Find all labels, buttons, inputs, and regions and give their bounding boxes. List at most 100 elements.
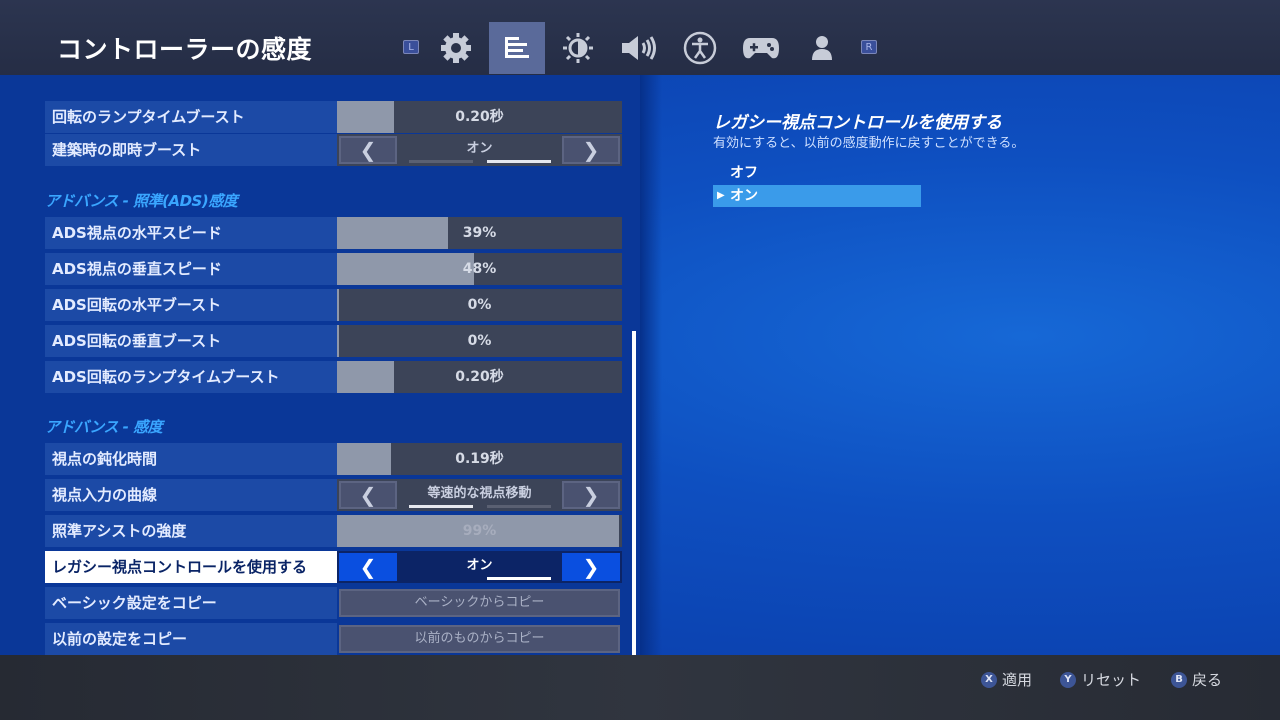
option-indicator-active [487, 160, 551, 163]
option-selector[interactable]: ❮ 等速的な視点移動 ❯ [337, 479, 622, 511]
setting-turn-ramp-boost[interactable]: 回転のランプタイムブースト 0.20秒 [45, 101, 622, 133]
tab-controller-sensitivity[interactable] [489, 22, 545, 74]
y-button-icon: Y [1060, 671, 1076, 688]
arrow-right-button[interactable]: ❯ [562, 136, 620, 164]
setting-label: 建築時の即時ブースト [45, 134, 337, 166]
tab-audio[interactable] [611, 22, 667, 74]
slider-value: 0.20秒 [455, 369, 504, 385]
slider[interactable]: 48% [337, 253, 622, 285]
slider[interactable]: 0.20秒 [337, 361, 622, 393]
chevron-left-icon: ❮ [359, 138, 377, 162]
arrow-right-button[interactable]: ❯ [562, 481, 620, 509]
setting-ads-turn-horizontal-boost[interactable]: ADS回転の水平ブースト 0% [45, 289, 622, 321]
person-icon [812, 36, 832, 60]
scrollbar[interactable] [632, 331, 636, 655]
setting-legacy-look-controls[interactable]: レガシー視点コントロールを使用する ❮ オン ❯ [45, 551, 622, 583]
arrow-right-button[interactable]: ❯ [562, 553, 620, 581]
slider-value: 48% [462, 261, 497, 277]
settings-panel: 回転のランプタイムブースト 0.20秒 建築時の即時ブースト ❮ オン ❯ アド… [0, 75, 1280, 655]
setting-ads-turn-ramp-boost[interactable]: ADS回転のランプタイムブースト 0.20秒 [45, 361, 622, 393]
slider[interactable]: 0% [337, 289, 622, 321]
page-title: コントローラーの感度 [57, 35, 313, 64]
top-bar: コントローラーの感度 L R [0, 0, 1280, 75]
detail-title: レガシー視点コントロールを使用する [713, 113, 1002, 133]
slider-value: 0% [467, 333, 492, 349]
setting-label: ADS回転の水平ブースト [45, 289, 337, 321]
copy-from-previous-button[interactable]: 以前のものからコピー [339, 625, 620, 653]
detail-option-off[interactable]: オフ [713, 162, 921, 184]
setting-label: ADS回転のランプタイムブースト [45, 361, 337, 393]
chevron-right-icon: ❯ [582, 483, 600, 507]
copy-from-basic-button[interactable]: ベーシックからコピー [339, 589, 620, 617]
slider[interactable]: 99% [337, 515, 622, 547]
setting-label: ADS視点の垂直スピード [45, 253, 337, 285]
setting-label: ADS回転の垂直ブースト [45, 325, 337, 357]
setting-ads-turn-vertical-boost[interactable]: ADS回転の垂直ブースト 0% [45, 325, 622, 357]
option-label: オン [730, 188, 758, 204]
chevron-right-icon: ❯ [582, 138, 600, 162]
settings-list: 回転のランプタイムブースト 0.20秒 建築時の即時ブースト ❮ オン ❯ アド… [0, 75, 640, 655]
reset-label: リセット [1081, 671, 1142, 689]
option-selector[interactable]: ❮ オン ❯ [337, 134, 622, 166]
chevron-right-icon: ❯ [582, 555, 600, 579]
arrow-left-button[interactable]: ❮ [339, 481, 397, 509]
selected-caret-icon: ▶ [717, 190, 725, 201]
setting-ads-vertical-speed[interactable]: ADS視点の垂直スピード 48% [45, 253, 622, 285]
slider-value: 39% [462, 225, 497, 241]
back-hint[interactable]: B 戻る [1171, 669, 1222, 690]
setting-label: 視点の鈍化時間 [45, 443, 337, 475]
tab-game-settings[interactable] [428, 22, 484, 74]
controller-settings-list-icon [505, 37, 529, 58]
speaker-icon [622, 36, 656, 60]
detail-description: 有効にすると、以前の感度動作に戻すことができる。 [713, 136, 1025, 151]
setting-label: レガシー視点コントロールを使用する [45, 551, 337, 583]
setting-label: 以前の設定をコピー [45, 623, 337, 655]
setting-copy-previous[interactable]: 以前の設定をコピー 以前のものからコピー [45, 623, 622, 655]
option-label: オフ [730, 165, 758, 181]
copy-previous-control: 以前のものからコピー [337, 623, 622, 655]
tab-controller[interactable] [733, 22, 789, 74]
tab-account[interactable] [794, 22, 850, 74]
accessibility-icon [683, 31, 717, 65]
setting-label: 回転のランプタイムブースト [45, 101, 337, 133]
gamepad-icon [743, 38, 779, 59]
right-bumper-hint[interactable]: R [861, 40, 877, 54]
slider[interactable]: 0.19秒 [337, 443, 622, 475]
setting-look-damping[interactable]: 視点の鈍化時間 0.19秒 [45, 443, 622, 475]
chevron-left-icon: ❮ [359, 555, 377, 579]
setting-look-curve[interactable]: 視点入力の曲線 ❮ 等速的な視点移動 ❯ [45, 479, 622, 511]
footer-bar: X 適用 Y リセット B 戻る [0, 655, 1280, 720]
detail-option-on[interactable]: ▶ オン [713, 185, 921, 207]
slider[interactable]: 39% [337, 217, 622, 249]
chevron-left-icon: ❮ [359, 483, 377, 507]
slider[interactable]: 0.20秒 [337, 101, 622, 133]
divider-shadow [640, 75, 662, 655]
gear-icon [441, 33, 471, 63]
setting-build-instant-boost[interactable]: 建築時の即時ブースト ❮ オン ❯ [45, 134, 622, 166]
option-indicator [409, 577, 473, 580]
setting-label: ベーシック設定をコピー [45, 587, 337, 619]
arrow-left-button[interactable]: ❮ [339, 553, 397, 581]
setting-label: ADS視点の水平スピード [45, 217, 337, 249]
section-header-ads: アドバンス - 照準(ADS)感度 [45, 192, 238, 210]
apply-hint[interactable]: X 適用 [981, 669, 1032, 690]
option-indicator-active [409, 505, 473, 508]
back-label: 戻る [1192, 671, 1223, 689]
b-button-icon: B [1171, 671, 1187, 688]
tab-accessibility[interactable] [672, 22, 728, 74]
setting-copy-basic[interactable]: ベーシック設定をコピー ベーシックからコピー [45, 587, 622, 619]
arrow-left-button[interactable]: ❮ [339, 136, 397, 164]
option-indicator [409, 160, 473, 163]
tab-brightness[interactable] [550, 22, 606, 74]
setting-aim-assist-strength[interactable]: 照準アシストの強度 99% [45, 515, 622, 547]
selector-value: オン [466, 141, 493, 156]
slider[interactable]: 0% [337, 325, 622, 357]
slider-value: 0.19秒 [455, 451, 504, 467]
setting-ads-horizontal-speed[interactable]: ADS視点の水平スピード 39% [45, 217, 622, 249]
reset-hint[interactable]: Y リセット [1060, 669, 1141, 690]
slider-value: 99% [462, 523, 497, 539]
option-selector[interactable]: ❮ オン ❯ [337, 551, 622, 583]
left-bumper-hint[interactable]: L [403, 40, 419, 54]
brightness-icon [563, 33, 593, 63]
x-button-icon: X [981, 671, 997, 688]
